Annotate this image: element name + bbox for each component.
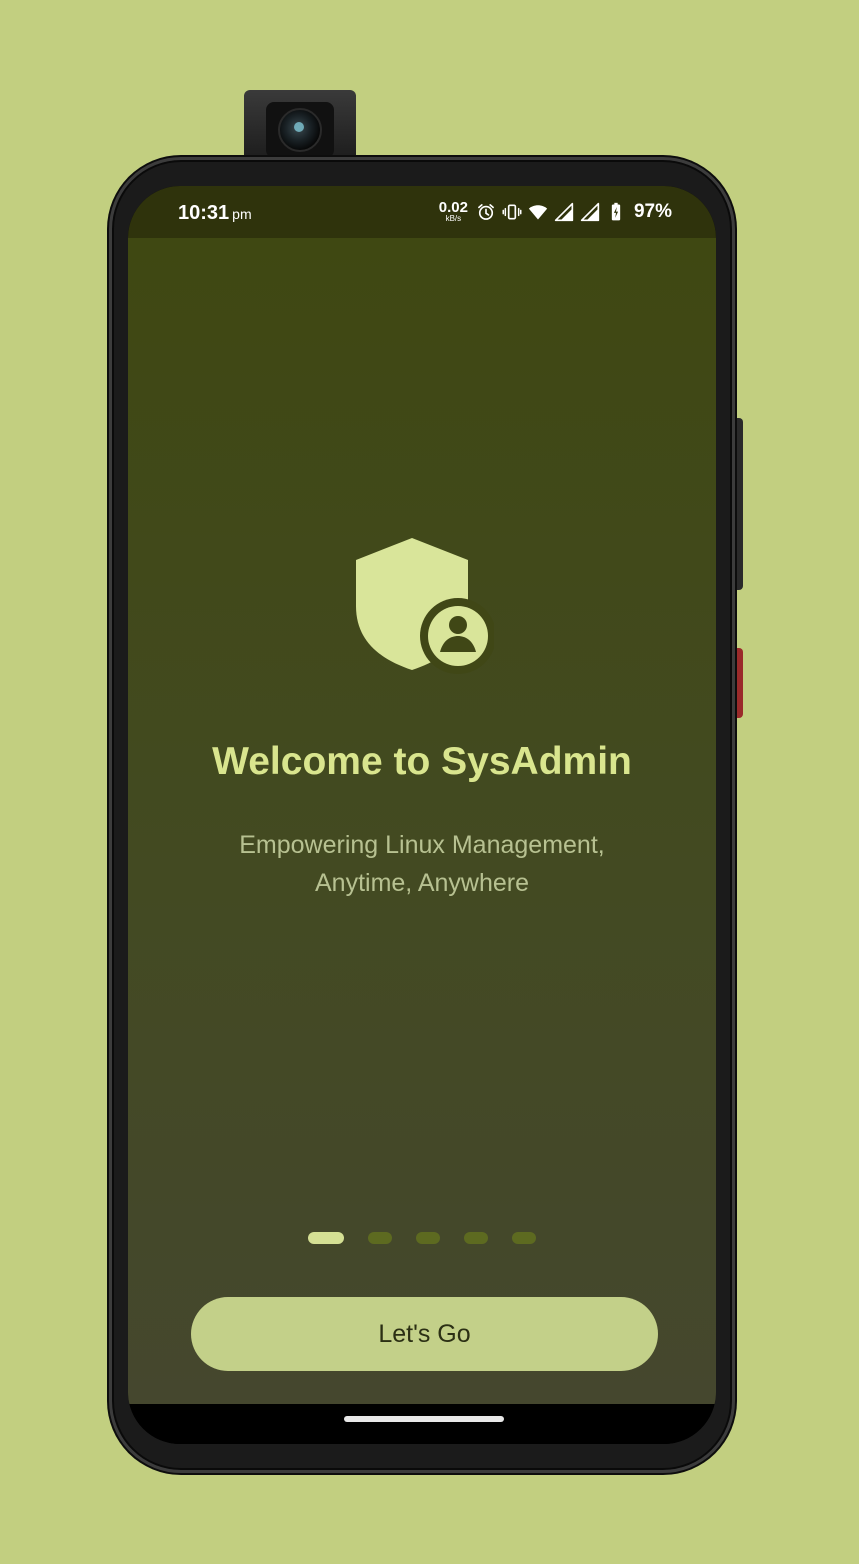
phone-screen: 10:31 pm 0.02 kB/s 97% Welcome to SysAdm… xyxy=(128,186,716,1444)
navigation-bar xyxy=(128,1404,716,1444)
subtitle-line: Anytime, Anywhere xyxy=(315,869,529,897)
home-indicator[interactable] xyxy=(344,1416,504,1422)
page-dot[interactable] xyxy=(416,1232,440,1244)
camera-lens-icon xyxy=(278,108,322,152)
welcome-subtitle: Empowering Linux Management, Anytime, An… xyxy=(188,826,656,902)
page-indicator xyxy=(128,1232,716,1244)
status-time-ampm: pm xyxy=(232,206,252,222)
battery-percent: 97% xyxy=(633,200,672,222)
vibrate-icon xyxy=(502,204,522,219)
signal-icon xyxy=(580,202,600,221)
network-speed-value: 0.02 xyxy=(438,199,468,216)
shield-user-icon xyxy=(356,538,494,674)
popup-camera xyxy=(244,90,356,166)
signal-icon xyxy=(554,202,574,221)
subtitle-line: Empowering Linux Management, xyxy=(239,831,605,859)
page-dot-active[interactable] xyxy=(308,1232,344,1244)
status-time: 10:31 pm xyxy=(178,202,252,225)
network-speed: 0.02 kB/s xyxy=(439,200,468,223)
status-time-value: 10:31 xyxy=(178,202,230,224)
page-backdrop: 10:31 pm 0.02 kB/s 97% Welcome to SysAdm… xyxy=(0,0,859,1564)
camera-housing xyxy=(266,102,334,158)
status-bar: 10:31 pm 0.02 kB/s 97% xyxy=(128,186,716,238)
alarm-icon xyxy=(478,203,494,220)
page-dot[interactable] xyxy=(368,1232,392,1244)
lets-go-button[interactable]: Let's Go xyxy=(191,1297,658,1371)
status-icons: 0.02 kB/s 97% xyxy=(439,200,672,223)
battery-charging-icon xyxy=(611,202,621,220)
network-speed-unit: kB/s xyxy=(445,214,462,223)
onboarding-screen: Welcome to SysAdmin Empowering Linux Man… xyxy=(128,238,716,1404)
page-dot[interactable] xyxy=(464,1232,488,1244)
wifi-icon xyxy=(528,204,548,219)
welcome-title: Welcome to SysAdmin xyxy=(212,740,632,783)
phone-frame: 10:31 pm 0.02 kB/s 97% Welcome to SysAdm… xyxy=(109,157,735,1473)
page-dot[interactable] xyxy=(512,1232,536,1244)
